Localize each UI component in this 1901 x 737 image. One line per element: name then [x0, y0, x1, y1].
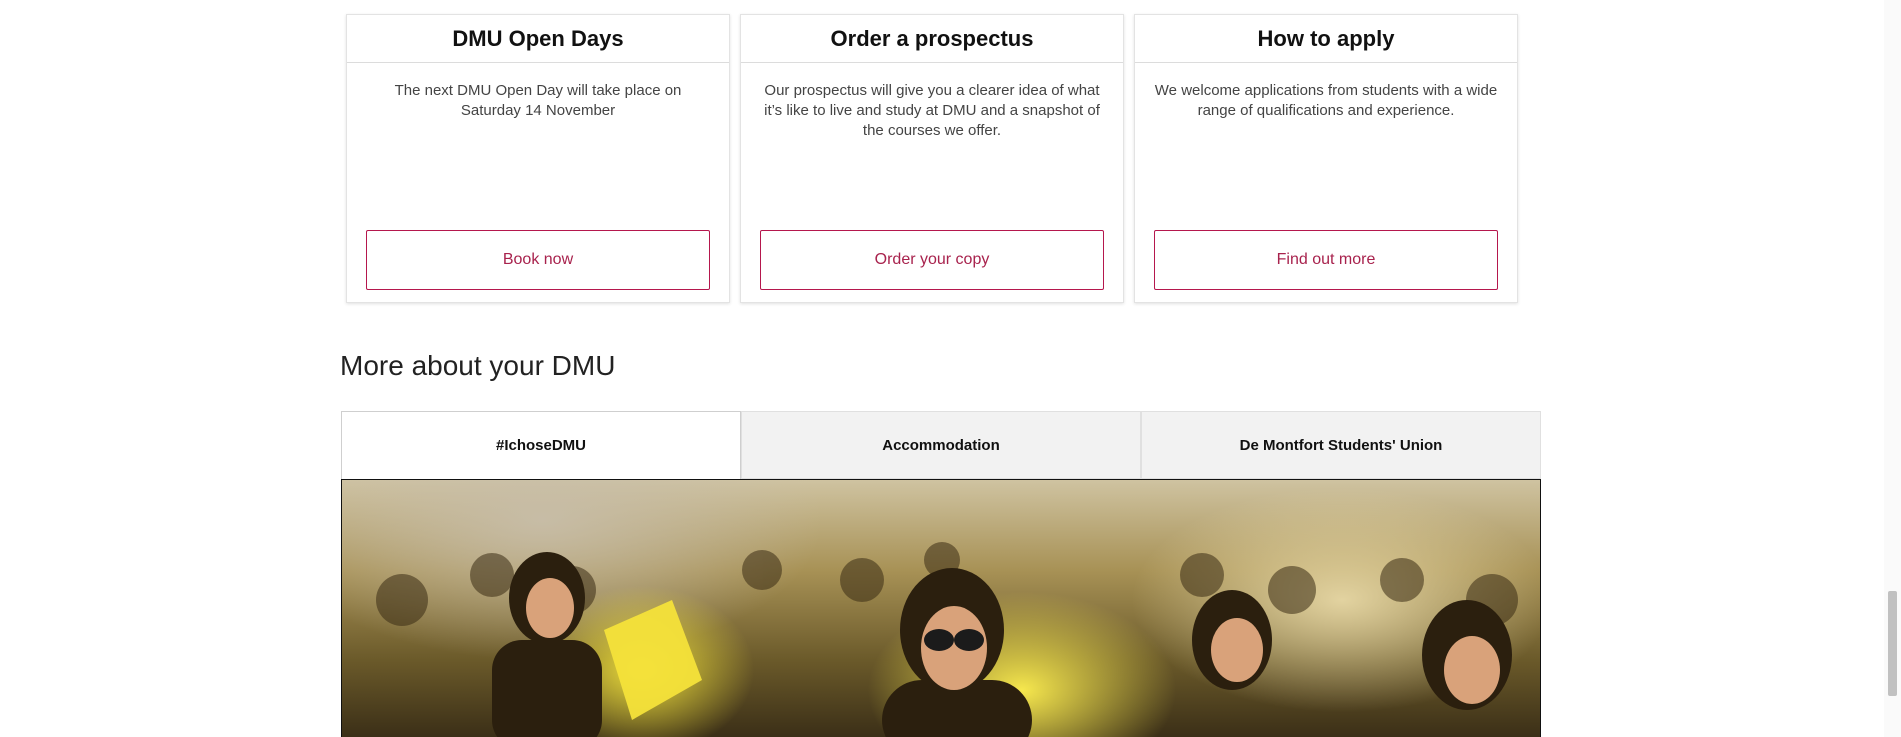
- hero-image-crowd: [341, 479, 1541, 737]
- tab-accommodation[interactable]: Accommodation: [741, 411, 1141, 479]
- order-copy-button[interactable]: Order your copy: [760, 230, 1104, 290]
- card-text: The next DMU Open Day will take place on…: [394, 82, 682, 119]
- card-prospectus: Order a prospectus Our prospectus will g…: [740, 14, 1124, 303]
- card-open-days: DMU Open Days The next DMU Open Day will…: [346, 14, 730, 303]
- info-cards: DMU Open Days The next DMU Open Day will…: [346, 14, 1518, 303]
- card-text: We welcome applications from students wi…: [1154, 82, 1498, 119]
- tab-students-union[interactable]: De Montfort Students' Union: [1141, 411, 1541, 479]
- book-now-button[interactable]: Book now: [366, 230, 710, 290]
- card-title: DMU Open Days: [347, 15, 729, 63]
- card-how-to-apply: How to apply We welcome applications fro…: [1134, 14, 1518, 303]
- tab-ichosedmu[interactable]: #IchoseDMU: [341, 411, 741, 479]
- card-text: Our prospectus will give you a clearer i…: [764, 82, 1100, 139]
- more-tabs: #IchoseDMU Accommodation De Montfort Stu…: [341, 411, 1541, 479]
- section-heading: More about your DMU: [340, 350, 616, 381]
- card-title: Order a prospectus: [741, 15, 1123, 63]
- scrollbar-thumb[interactable]: [1888, 591, 1897, 696]
- crowd-illustration: [376, 542, 1518, 737]
- page: DMU Open Days The next DMU Open Day will…: [0, 0, 1901, 737]
- card-title: How to apply: [1135, 15, 1517, 63]
- page-scrollbar[interactable]: [1884, 0, 1901, 737]
- find-out-more-button[interactable]: Find out more: [1154, 230, 1498, 290]
